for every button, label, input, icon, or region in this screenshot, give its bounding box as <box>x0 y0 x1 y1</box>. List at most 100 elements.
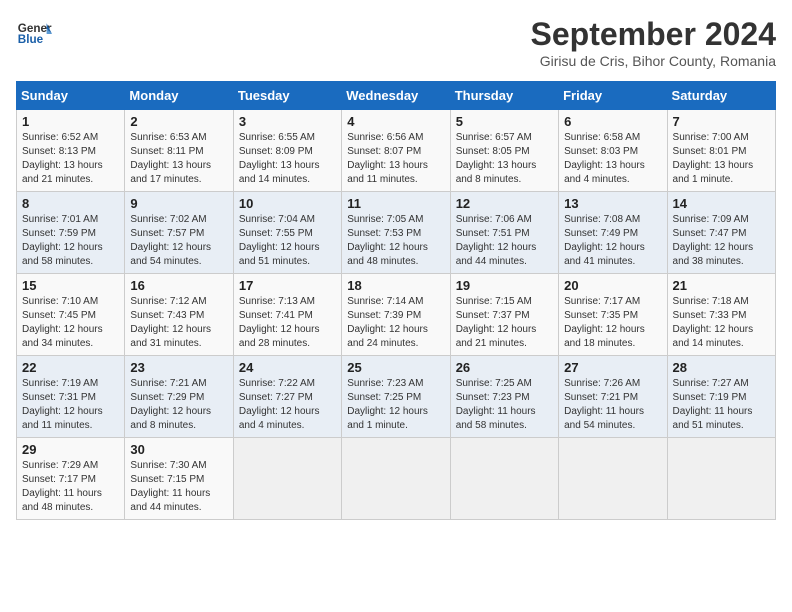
day-number: 10 <box>239 196 336 211</box>
calendar-cell: 22 Sunrise: 7:19 AM Sunset: 7:31 PM Dayli… <box>17 356 125 438</box>
calendar-cell: 29 Sunrise: 7:29 AM Sunset: 7:17 PM Dayli… <box>17 438 125 520</box>
day-info: Sunrise: 7:13 AM Sunset: 7:41 PM Dayligh… <box>239 295 336 351</box>
day-info: Sunrise: 7:26 AM Sunset: 7:21 PM Dayligh… <box>564 377 661 433</box>
calendar-cell: 7 Sunrise: 7:00 AM Sunset: 8:01 PM Daylig… <box>667 110 775 192</box>
calendar-cell <box>559 438 667 520</box>
day-number: 4 <box>347 114 444 129</box>
page-header: General Blue September 2024 Girisu de Cr… <box>16 16 776 69</box>
day-info: Sunrise: 6:58 AM Sunset: 8:03 PM Dayligh… <box>564 131 661 187</box>
weekday-header-sunday: Sunday <box>17 82 125 110</box>
day-info: Sunrise: 7:05 AM Sunset: 7:53 PM Dayligh… <box>347 213 444 269</box>
day-info: Sunrise: 7:29 AM Sunset: 7:17 PM Dayligh… <box>22 459 119 515</box>
calendar-cell: 28Sunrise: 7:27 AM Sunset: 7:19 PM Dayli… <box>667 356 775 438</box>
calendar-cell: 2Sunrise: 6:53 AM Sunset: 8:11 PM Daylig… <box>125 110 233 192</box>
calendar-cell: 21 Sunrise: 7:18 AM Sunset: 7:33 PM Dayli… <box>667 274 775 356</box>
weekday-header-friday: Friday <box>559 82 667 110</box>
day-number: 20 <box>564 278 661 293</box>
logo: General Blue <box>16 16 52 52</box>
svg-text:Blue: Blue <box>18 33 44 46</box>
calendar-cell: 24 Sunrise: 7:22 AM Sunset: 7:27 PM Dayli… <box>233 356 341 438</box>
calendar-cell: 12 Sunrise: 7:06 AM Sunset: 7:51 PM Dayli… <box>450 192 558 274</box>
day-info: Sunrise: 7:01 AM Sunset: 7:59 PM Dayligh… <box>22 213 119 269</box>
day-number: 6 <box>564 114 661 129</box>
day-info: Sunrise: 7:04 AM Sunset: 7:55 PM Dayligh… <box>239 213 336 269</box>
day-info: Sunrise: 7:10 AM Sunset: 7:45 PM Dayligh… <box>22 295 119 351</box>
day-number: 13 <box>564 196 661 211</box>
calendar-cell: 25 Sunrise: 7:23 AM Sunset: 7:25 PM Dayli… <box>342 356 450 438</box>
calendar-cell: 14Sunrise: 7:09 AM Sunset: 7:47 PM Dayli… <box>667 192 775 274</box>
day-number: 1 <box>22 114 119 129</box>
day-number: 2 <box>130 114 227 129</box>
weekday-header-monday: Monday <box>125 82 233 110</box>
calendar-cell <box>233 438 341 520</box>
day-number: 12 <box>456 196 553 211</box>
day-info: Sunrise: 7:02 AM Sunset: 7:57 PM Dayligh… <box>130 213 227 269</box>
calendar-cell: 4 Sunrise: 6:56 AM Sunset: 8:07 PM Daylig… <box>342 110 450 192</box>
weekday-header-tuesday: Tuesday <box>233 82 341 110</box>
day-info: Sunrise: 6:57 AM Sunset: 8:05 PM Dayligh… <box>456 131 553 187</box>
day-number: 9 <box>130 196 227 211</box>
day-number: 19 <box>456 278 553 293</box>
calendar-cell: 5 Sunrise: 6:57 AM Sunset: 8:05 PM Daylig… <box>450 110 558 192</box>
day-info: Sunrise: 7:21 AM Sunset: 7:29 PM Dayligh… <box>130 377 227 433</box>
calendar-cell <box>667 438 775 520</box>
day-info: Sunrise: 7:15 AM Sunset: 7:37 PM Dayligh… <box>456 295 553 351</box>
calendar-cell: 20 Sunrise: 7:17 AM Sunset: 7:35 PM Dayli… <box>559 274 667 356</box>
calendar-cell: 1 Sunrise: 6:52 AM Sunset: 8:13 PM Daylig… <box>17 110 125 192</box>
day-info: Sunrise: 6:56 AM Sunset: 8:07 PM Dayligh… <box>347 131 444 187</box>
day-info: Sunrise: 7:30 AM Sunset: 7:15 PM Dayligh… <box>130 459 227 515</box>
calendar-cell: 13 Sunrise: 7:08 AM Sunset: 7:49 PM Dayli… <box>559 192 667 274</box>
day-number: 29 <box>22 442 119 457</box>
day-number: 7 <box>673 114 770 129</box>
calendar-cell: 30 Sunrise: 7:30 AM Sunset: 7:15 PM Dayli… <box>125 438 233 520</box>
day-number: 8 <box>22 196 119 211</box>
calendar-cell <box>450 438 558 520</box>
calendar-cell: 19 Sunrise: 7:15 AM Sunset: 7:37 PM Dayli… <box>450 274 558 356</box>
day-number: 11 <box>347 196 444 211</box>
day-info: Sunrise: 7:09 AM Sunset: 7:47 PM Dayligh… <box>673 213 770 269</box>
day-number: 15 <box>22 278 119 293</box>
calendar-cell: 23 Sunrise: 7:21 AM Sunset: 7:29 PM Dayli… <box>125 356 233 438</box>
day-info: Sunrise: 7:08 AM Sunset: 7:49 PM Dayligh… <box>564 213 661 269</box>
day-number: 22 <box>22 360 119 375</box>
calendar-cell <box>342 438 450 520</box>
day-info: Sunrise: 7:18 AM Sunset: 7:33 PM Dayligh… <box>673 295 770 351</box>
day-info: Sunrise: 7:06 AM Sunset: 7:51 PM Dayligh… <box>456 213 553 269</box>
weekday-header-thursday: Thursday <box>450 82 558 110</box>
day-number: 24 <box>239 360 336 375</box>
day-number: 17 <box>239 278 336 293</box>
day-info: Sunrise: 7:25 AM Sunset: 7:23 PM Dayligh… <box>456 377 553 433</box>
day-number: 5 <box>456 114 553 129</box>
title-area: September 2024 Girisu de Cris, Bihor Cou… <box>531 16 776 69</box>
calendar-table: SundayMondayTuesdayWednesdayThursdayFrid… <box>16 81 776 520</box>
calendar-cell: 3 Sunrise: 6:55 AM Sunset: 8:09 PM Daylig… <box>233 110 341 192</box>
weekday-header-saturday: Saturday <box>667 82 775 110</box>
calendar-cell: 10 Sunrise: 7:04 AM Sunset: 7:55 PM Dayli… <box>233 192 341 274</box>
calendar-cell: 8 Sunrise: 7:01 AM Sunset: 7:59 PM Daylig… <box>17 192 125 274</box>
calendar-cell: 11 Sunrise: 7:05 AM Sunset: 7:53 PM Dayli… <box>342 192 450 274</box>
calendar-cell: 16 Sunrise: 7:12 AM Sunset: 7:43 PM Dayli… <box>125 274 233 356</box>
location-subtitle: Girisu de Cris, Bihor County, Romania <box>531 53 776 69</box>
day-number: 16 <box>130 278 227 293</box>
month-title: September 2024 <box>531 16 776 53</box>
day-number: 21 <box>673 278 770 293</box>
day-number: 27 <box>564 360 661 375</box>
day-info: Sunrise: 7:17 AM Sunset: 7:35 PM Dayligh… <box>564 295 661 351</box>
day-number: 30 <box>130 442 227 457</box>
calendar-cell: 27 Sunrise: 7:26 AM Sunset: 7:21 PM Dayli… <box>559 356 667 438</box>
day-info: Sunrise: 6:52 AM Sunset: 8:13 PM Dayligh… <box>22 131 119 187</box>
day-info: Sunrise: 7:23 AM Sunset: 7:25 PM Dayligh… <box>347 377 444 433</box>
day-info: Sunrise: 6:55 AM Sunset: 8:09 PM Dayligh… <box>239 131 336 187</box>
day-number: 23 <box>130 360 227 375</box>
day-number: 3 <box>239 114 336 129</box>
day-info: Sunrise: 7:14 AM Sunset: 7:39 PM Dayligh… <box>347 295 444 351</box>
day-number: 25 <box>347 360 444 375</box>
calendar-cell: 26Sunrise: 7:25 AM Sunset: 7:23 PM Dayli… <box>450 356 558 438</box>
day-info: Sunrise: 7:22 AM Sunset: 7:27 PM Dayligh… <box>239 377 336 433</box>
day-info: Sunrise: 7:00 AM Sunset: 8:01 PM Dayligh… <box>673 131 770 187</box>
calendar-cell: 6 Sunrise: 6:58 AM Sunset: 8:03 PM Daylig… <box>559 110 667 192</box>
calendar-cell: 9 Sunrise: 7:02 AM Sunset: 7:57 PM Daylig… <box>125 192 233 274</box>
day-info: Sunrise: 7:19 AM Sunset: 7:31 PM Dayligh… <box>22 377 119 433</box>
calendar-cell: 17 Sunrise: 7:13 AM Sunset: 7:41 PM Dayli… <box>233 274 341 356</box>
day-info: Sunrise: 7:12 AM Sunset: 7:43 PM Dayligh… <box>130 295 227 351</box>
